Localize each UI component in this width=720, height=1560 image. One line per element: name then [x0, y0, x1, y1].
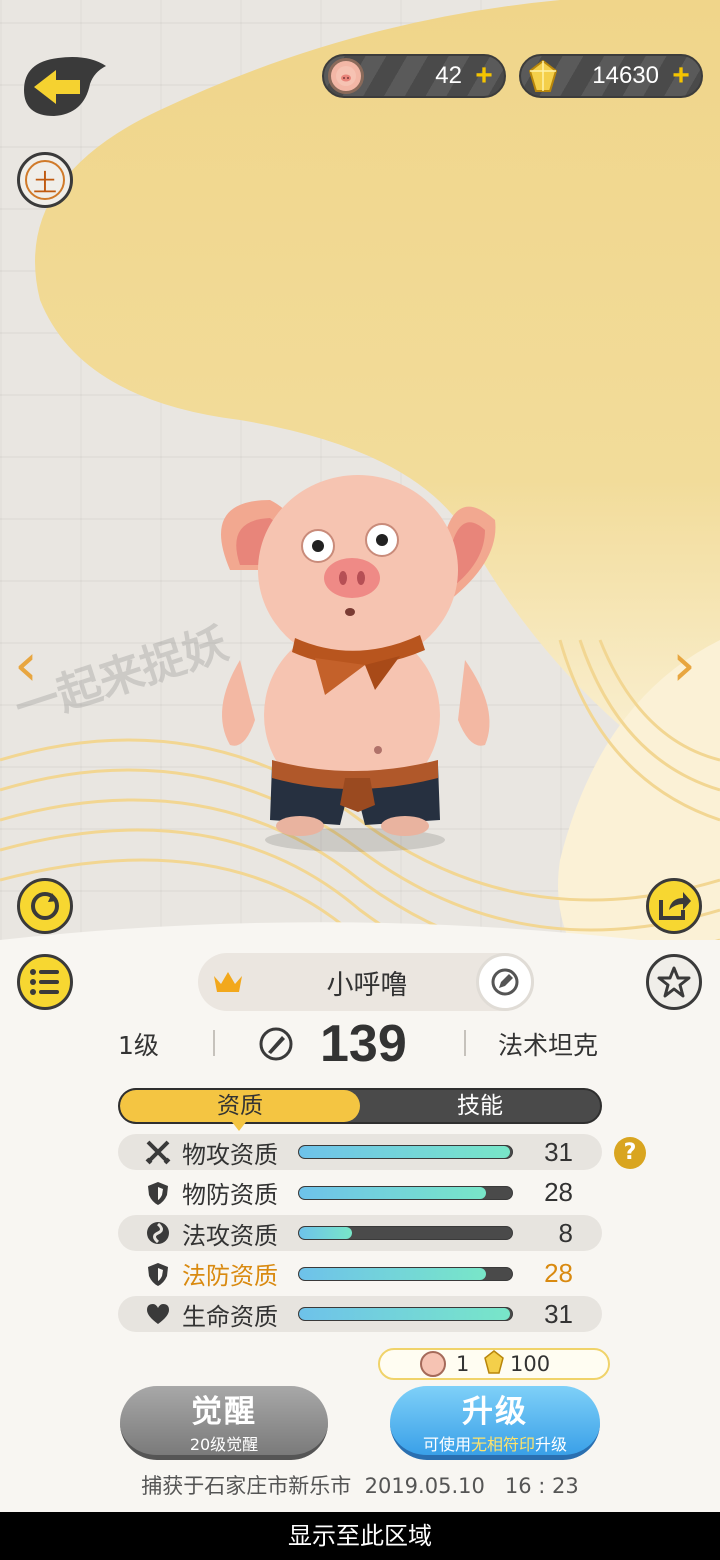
- awaken-button[interactable]: 觉醒 20级觉醒: [120, 1386, 328, 1460]
- help-button[interactable]: ?: [614, 1137, 646, 1169]
- share-icon: [659, 892, 691, 920]
- crystal-icon: [525, 58, 561, 94]
- next-pet-arrow[interactable]: ›: [672, 630, 696, 700]
- detail-tabs: 资质 技能: [118, 1088, 602, 1124]
- display-area-bar: 显示至此区域: [0, 1512, 720, 1560]
- earth-element-badge[interactable]: 土: [17, 152, 73, 208]
- aptitude-label: 法攻资质: [182, 1221, 278, 1250]
- aptitude-bar-fill: [299, 1186, 487, 1199]
- upgrade-title: 升级: [462, 1394, 528, 1430]
- aptitude-row-phys-def: 物防资质 28: [118, 1175, 602, 1211]
- tab-skills[interactable]: 技能: [360, 1090, 600, 1122]
- add-crystal-plus-icon[interactable]: +: [667, 59, 695, 93]
- pet-role: 法术坦克: [498, 1031, 599, 1060]
- aptitude-row-magic-def: 法防资质 28: [118, 1256, 602, 1292]
- upgrade-subtitle: 可使用无相符印升级: [423, 1431, 567, 1455]
- heart-icon: [142, 1302, 174, 1326]
- tab-pointer-icon: [232, 1122, 246, 1131]
- combat-power: 139: [320, 1015, 407, 1073]
- rotate-icon: [31, 892, 59, 920]
- divider: [213, 1030, 215, 1056]
- crystal-icon: [484, 1349, 504, 1379]
- crystal-currency-pill[interactable]: 14630 +: [519, 54, 703, 98]
- divider: [464, 1030, 466, 1056]
- pet-character-pig[interactable]: [200, 460, 510, 860]
- rotate-view-button[interactable]: [17, 878, 73, 934]
- upgrade-subtitle-part: 升级: [535, 1435, 568, 1454]
- aptitude-bar: [298, 1185, 513, 1200]
- aptitude-label: 法防资质: [182, 1262, 278, 1290]
- shield-icon: [142, 1261, 174, 1287]
- aptitude-row-magic-atk: 法攻资质 8: [118, 1215, 602, 1251]
- aptitude-value: 31: [544, 1136, 573, 1167]
- crystal-count: 14630: [592, 62, 659, 89]
- aptitude-value: 28: [544, 1258, 573, 1288]
- prev-pet-arrow[interactable]: ‹: [14, 630, 38, 700]
- aptitude-bar-fill: [299, 1146, 510, 1158]
- pet-name-pill: 小呼噜: [198, 953, 534, 1011]
- aptitude-bar-fill: [299, 1267, 487, 1280]
- rename-button[interactable]: [476, 953, 534, 1011]
- menu-list-button[interactable]: [17, 954, 73, 1010]
- edit-pencil-icon: [491, 968, 519, 996]
- seal-item-name: 无相符印: [470, 1435, 535, 1454]
- aptitude-label: 物防资质: [182, 1181, 278, 1209]
- pig-coin-icon: [328, 58, 364, 94]
- aptitude-bar-fill: [299, 1308, 510, 1320]
- upgrade-button[interactable]: 升级 可使用无相符印升级: [390, 1386, 600, 1460]
- aptitude-bar: [298, 1145, 513, 1159]
- aptitude-value: 28: [544, 1177, 573, 1207]
- upgrade-cost: 1 100: [378, 1348, 610, 1380]
- aptitude-bar-fill: [299, 1227, 353, 1239]
- magic-orb-icon: [142, 1220, 174, 1246]
- pet-level: 1级: [118, 1031, 159, 1060]
- swords-icon: [142, 1139, 174, 1165]
- aptitude-value: 31: [544, 1298, 573, 1329]
- pet-detail-scene: 一起来捉妖 42 + 14630 + 土 ‹ › 小呼噜 1级 139 法术坦克…: [0, 0, 720, 1512]
- tab-aptitude[interactable]: 资质: [120, 1090, 360, 1122]
- pig-count: 42: [435, 62, 462, 89]
- aptitude-bar: [298, 1307, 513, 1321]
- back-button[interactable]: [18, 50, 110, 122]
- earth-element-icon: 土: [25, 160, 65, 200]
- shield-icon: [142, 1180, 174, 1206]
- aptitude-bar: [298, 1266, 513, 1281]
- aptitude-value: 8: [558, 1217, 573, 1248]
- pig-cost: 1: [456, 1352, 470, 1376]
- star-icon: [657, 966, 691, 998]
- power-icon: [258, 1026, 294, 1066]
- aptitude-bar: [298, 1226, 513, 1240]
- crystal-cost: 100: [510, 1352, 551, 1376]
- aptitude-list: 物攻资质 31 物防资质 28 法攻资质 8 法防资质 28 生命资质 31: [118, 1134, 602, 1337]
- add-pig-plus-icon[interactable]: +: [470, 59, 498, 93]
- share-button[interactable]: [646, 878, 702, 934]
- awaken-subtitle: 20级觉醒: [189, 1435, 259, 1454]
- upgrade-subtitle-part: 可使用: [422, 1435, 471, 1454]
- pig-coin-icon: [420, 1351, 446, 1377]
- aptitude-label: 物攻资质: [182, 1140, 278, 1169]
- aptitude-label: 生命资质: [182, 1302, 278, 1331]
- pig-currency-pill[interactable]: 42 +: [322, 54, 506, 98]
- aptitude-row-hp: 生命资质 31: [118, 1296, 602, 1332]
- awaken-title: 觉醒: [191, 1394, 257, 1430]
- pet-name: 小呼噜: [326, 969, 408, 1001]
- list-icon: [30, 969, 59, 995]
- capture-info: 捕获于石家庄市新乐市 2019.05.10 16 : 23: [141, 1474, 579, 1498]
- favorite-button[interactable]: [646, 954, 702, 1010]
- back-arrow-icon: [24, 57, 106, 116]
- crown-icon: [198, 970, 258, 994]
- aptitude-row-phys-atk: 物攻资质 31: [118, 1134, 602, 1170]
